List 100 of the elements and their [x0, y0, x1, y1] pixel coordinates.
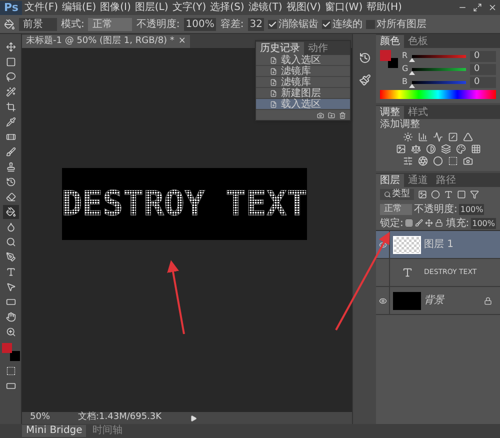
- tool-button[interactable]: [2, 205, 18, 219]
- background-swatch[interactable]: [10, 351, 20, 361]
- adjustment-icon[interactable]: [418, 156, 428, 166]
- adjustment-filter-icon[interactable]: [431, 190, 440, 199]
- panel-tab[interactable]: 色板: [404, 35, 432, 48]
- slider-thumb[interactable]: [409, 58, 415, 62]
- adjustment-icon[interactable]: [440, 144, 450, 154]
- lock-pixels-icon[interactable]: [405, 219, 414, 227]
- menu-item[interactable]: 文件(F): [22, 0, 60, 14]
- adjustment-icon[interactable]: [456, 144, 466, 154]
- adjustment-icon[interactable]: [463, 132, 473, 142]
- history-item[interactable]: 滤镜库: [256, 77, 350, 88]
- paint-bucket-icon: [6, 207, 16, 217]
- panel-tab[interactable]: 样式: [404, 106, 432, 119]
- panel-tab[interactable]: 通道: [404, 174, 432, 187]
- history-item[interactable]: 载入选区: [256, 99, 350, 110]
- channel-value[interactable]: 0: [470, 64, 496, 74]
- lock-position-icon[interactable]: [425, 219, 434, 227]
- menu-item[interactable]: 滤镜(T): [246, 0, 284, 14]
- paint-bucket-icon[interactable]: [4, 18, 15, 30]
- mode-label: 模式:: [61, 18, 84, 32]
- layer-row[interactable]: 图层 1: [376, 231, 500, 259]
- filter-dropdown[interactable]: 类型: [380, 189, 414, 200]
- menu-item[interactable]: 视图(V): [284, 0, 323, 14]
- trash-icon[interactable]: [339, 112, 346, 118]
- adjustment-icon[interactable]: [410, 144, 420, 154]
- opacity-field[interactable]: 100%: [184, 18, 216, 30]
- bottom-tab[interactable]: 时间轴: [88, 425, 126, 437]
- history-label: 新建图层: [281, 88, 321, 98]
- bandage-icon: [6, 132, 16, 142]
- adjustment-icon[interactable]: [403, 132, 413, 142]
- adjustment-icon[interactable]: [418, 132, 428, 142]
- background-swatch[interactable]: [388, 58, 398, 68]
- adjustment-icon[interactable]: [470, 144, 480, 154]
- channel-value[interactable]: 0: [470, 50, 496, 62]
- panel-tab[interactable]: 历史记录: [256, 42, 304, 55]
- new-document-icon[interactable]: [328, 112, 335, 118]
- foreground-swatch[interactable]: [2, 343, 12, 353]
- blend-mode-dropdown[interactable]: 正常: [380, 204, 412, 214]
- history-label: 滤镜库: [281, 66, 311, 76]
- bottom-tab[interactable]: Mini Bridge: [22, 425, 86, 437]
- quick-mask-icon[interactable]: [6, 366, 16, 376]
- history-icon[interactable]: [358, 52, 370, 64]
- eye-icon: [378, 296, 386, 304]
- menu-item[interactable]: 窗口(W): [322, 0, 365, 14]
- panel-tab[interactable]: 路径: [432, 174, 460, 187]
- adjustment-icon[interactable]: [448, 156, 458, 166]
- document-tab[interactable]: 未标题-1 @ 50% (图层 1, RGB/8) * ×: [22, 35, 190, 48]
- hand-icon: [6, 312, 16, 322]
- checkbox[interactable]: [322, 20, 332, 28]
- adjustment-icon[interactable]: [403, 156, 413, 166]
- lock-all-icon[interactable]: [435, 219, 444, 227]
- slider-thumb[interactable]: [409, 70, 415, 74]
- lock-paint-icon[interactable]: [415, 219, 424, 227]
- checkbox[interactable]: [366, 20, 376, 28]
- play-icon[interactable]: [190, 414, 197, 422]
- close-icon[interactable]: [488, 3, 497, 12]
- history-item[interactable]: 滤镜库: [256, 66, 350, 77]
- image-filter-icon[interactable]: [418, 190, 427, 199]
- lasso-icon: [6, 72, 16, 82]
- menu-item[interactable]: 选择(S): [208, 0, 246, 14]
- layer-row[interactable]: 背景: [376, 287, 500, 315]
- maximize-icon[interactable]: [473, 3, 482, 12]
- adjustment-icon[interactable]: [448, 132, 458, 142]
- snapshot-icon[interactable]: [317, 112, 324, 118]
- fill-field[interactable]: 100%: [471, 218, 496, 228]
- screen-mode-icon[interactable]: [6, 381, 16, 391]
- color-spectrum[interactable]: [380, 90, 496, 99]
- panel-tab[interactable]: 图层: [376, 174, 404, 187]
- adjustment-icon[interactable]: [426, 144, 436, 154]
- app-logo: Ps: [0, 0, 22, 14]
- channel-label: G: [402, 63, 408, 75]
- close-tab-icon[interactable]: ×: [178, 35, 186, 48]
- history-label: 载入选区: [281, 54, 321, 66]
- checkbox-label: 消除锯齿: [278, 18, 318, 32]
- checkbox[interactable]: [268, 20, 278, 28]
- menu-item[interactable]: 文字(Y): [170, 0, 208, 14]
- smart-filter-icon[interactable]: [470, 190, 479, 199]
- menu-item[interactable]: 帮助(H): [364, 0, 404, 14]
- adjustment-icon[interactable]: [463, 156, 473, 166]
- channel-value[interactable]: 0: [470, 76, 496, 88]
- menu-item[interactable]: 图像(I): [98, 0, 133, 14]
- document-icon: [270, 100, 277, 108]
- menu-item[interactable]: 图层(L): [132, 0, 170, 14]
- fill-source-dropdown[interactable]: 前景: [19, 18, 57, 30]
- panel-tab[interactable]: 颜色: [376, 35, 404, 48]
- brush-icon[interactable]: [358, 74, 370, 86]
- history-item[interactable]: 载入选区: [256, 55, 350, 66]
- adjustment-icon[interactable]: [396, 144, 406, 154]
- foreground-swatch[interactable]: [380, 50, 391, 61]
- menu-item[interactable]: 编辑(E): [60, 0, 98, 14]
- opacity-field[interactable]: 100%: [459, 204, 484, 214]
- mode-dropdown[interactable]: 正常: [88, 18, 132, 30]
- panel-tab[interactable]: 调整: [376, 106, 404, 119]
- panel-tab[interactable]: 动作: [304, 42, 332, 55]
- adjustment-icon[interactable]: [433, 132, 443, 142]
- shape-filter-icon[interactable]: [457, 190, 466, 199]
- tolerance-field[interactable]: 32: [248, 18, 264, 30]
- type-filter-icon[interactable]: [444, 190, 453, 199]
- adjustment-icon[interactable]: [433, 156, 443, 166]
